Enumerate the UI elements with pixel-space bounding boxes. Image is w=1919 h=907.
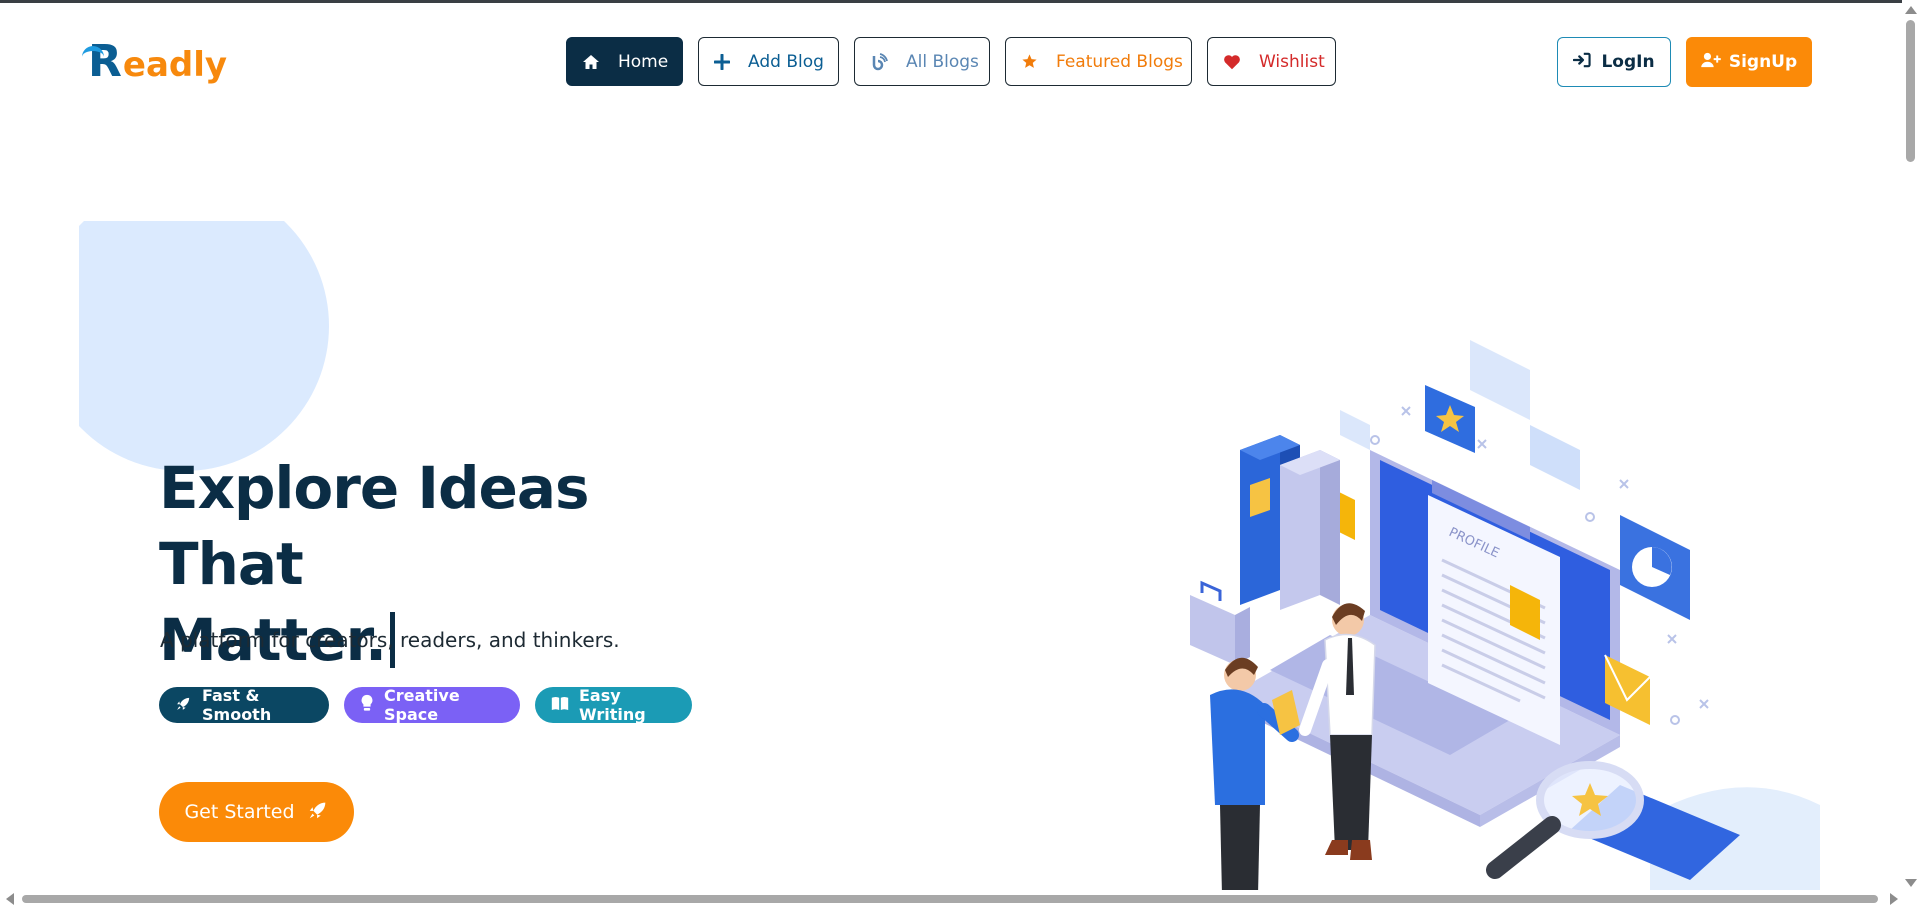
badge-creative-space: Creative Space <box>344 686 520 724</box>
nav-wishlist-label: Wishlist <box>1259 51 1325 72</box>
hero-title-line1: Explore Ideas That <box>159 454 590 598</box>
nav-all-blogs-button[interactable]: All Blogs <box>854 37 990 86</box>
window-top-border <box>0 0 1919 3</box>
main-nav: Home Add Blog All Blogs Featured Blogs W… <box>566 37 1336 86</box>
get-started-label: Get Started <box>184 801 295 823</box>
badge-creative-space-label: Creative Space <box>384 686 460 724</box>
vertical-scroll-thumb[interactable] <box>1906 20 1915 162</box>
blog-icon <box>870 52 888 71</box>
rocket-icon <box>175 695 192 716</box>
nav-home-button[interactable]: Home <box>566 37 683 86</box>
scroll-down-arrow-icon[interactable] <box>1905 879 1917 887</box>
feature-badges: Fast & Smooth Creative Space Easy Writin… <box>159 686 692 724</box>
login-label: LogIn <box>1601 52 1655 72</box>
user-plus-icon <box>1701 52 1721 73</box>
nav-featured-blogs-label: Featured Blogs <box>1056 51 1183 72</box>
badge-easy-writing: Easy Writing <box>535 686 692 724</box>
badge-easy-writing-label: Easy Writing <box>579 686 646 724</box>
scroll-right-arrow-icon[interactable] <box>1890 893 1898 905</box>
nav-featured-blogs-button[interactable]: Featured Blogs <box>1005 37 1192 86</box>
signup-button[interactable]: SignUp <box>1686 37 1812 87</box>
logo-initial: R <box>82 36 122 87</box>
nav-wishlist-button[interactable]: Wishlist <box>1207 37 1336 86</box>
nav-home-label: Home <box>618 51 669 72</box>
hero-subtitle: A platform for creators, readers, and th… <box>160 628 620 652</box>
horizontal-scrollbar[interactable] <box>0 890 1902 907</box>
nav-all-blogs-label: All Blogs <box>906 51 979 72</box>
plus-icon <box>714 53 730 71</box>
badge-fast-smooth-label: Fast & Smooth <box>202 686 272 724</box>
scroll-left-arrow-icon[interactable] <box>6 893 14 905</box>
scroll-up-arrow-icon[interactable] <box>1905 6 1917 14</box>
heart-icon <box>1223 53 1241 71</box>
signup-label: SignUp <box>1728 52 1798 72</box>
horizontal-scroll-thumb[interactable] <box>22 895 1878 903</box>
rocket-icon <box>307 799 329 826</box>
decorative-blob <box>79 221 329 471</box>
get-started-button[interactable]: Get Started <box>159 782 354 842</box>
nav-add-blog-button[interactable]: Add Blog <box>698 37 839 86</box>
logo-wordmark: eadly <box>122 45 228 85</box>
login-button[interactable]: LogIn <box>1557 37 1671 87</box>
vertical-scrollbar[interactable] <box>1902 0 1919 907</box>
readly-logo[interactable]: R eadly <box>82 36 228 87</box>
badge-fast-smooth: Fast & Smooth <box>159 686 329 724</box>
home-icon <box>582 53 600 71</box>
nav-add-blog-label: Add Blog <box>748 51 824 72</box>
login-icon <box>1573 52 1592 73</box>
book-icon <box>551 696 569 715</box>
star-icon <box>1021 53 1038 71</box>
hero-illustration: PROFILE <box>1190 340 1820 895</box>
lightbulb-icon <box>360 694 374 716</box>
